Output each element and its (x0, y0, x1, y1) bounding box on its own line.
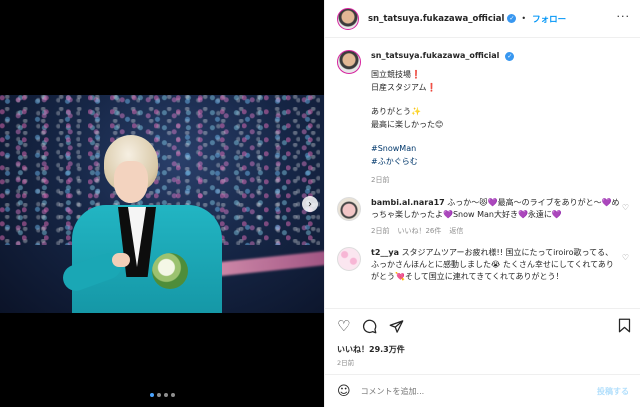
carousel-dot[interactable] (164, 393, 168, 397)
face (114, 161, 148, 203)
hashtag-link[interactable]: #SnowMan (371, 142, 514, 155)
carousel-dot[interactable] (150, 393, 154, 397)
comment-age: 2日前 (371, 227, 390, 235)
reply-button[interactable]: 返信 (449, 225, 463, 237)
avatar[interactable] (337, 7, 359, 30)
heart-icon[interactable]: ♡ (622, 203, 629, 212)
heart-icon[interactable]: ♡ (622, 253, 629, 262)
caption-avatar[interactable] (337, 50, 361, 74)
comment-text: スタジアムツアーお疲れ様!! 国立にたってiroiro歌ってる、ふっかさんほんと… (371, 248, 614, 281)
comment-username[interactable]: t2__ya (371, 248, 399, 257)
comment-username[interactable]: bambi.al.nara17 (371, 198, 445, 207)
post-photo (0, 95, 324, 313)
comment-item: t2__ya スタジアムツアーお疲れ様!! 国立にたってiroiro歌ってる、ふ… (337, 247, 629, 283)
comment-likes[interactable]: いいね！26件 (397, 225, 441, 237)
post-header: sn_tatsuya.fukazawa_official ✓ • フォロー ··… (325, 0, 640, 38)
separator-dot: • (521, 14, 527, 23)
comment-input[interactable] (360, 386, 597, 396)
action-bar: ♡ (325, 308, 640, 348)
post-side-panel: sn_tatsuya.fukazawa_official ✓ • フォロー ··… (324, 0, 640, 407)
post-media: › (0, 0, 324, 407)
caption-age: 2日前 (371, 176, 390, 184)
more-options-icon[interactable]: ··· (617, 10, 631, 23)
verified-badge-icon: ✓ (505, 52, 515, 61)
caption-line: 日産スタジアム❗️ (371, 83, 437, 92)
comment-composer: ☺ 投稿する (325, 374, 640, 407)
post-date: 2日前 (337, 359, 355, 367)
carousel-dot[interactable] (171, 393, 175, 397)
caption-line: 最高に楽しかった😊 (371, 120, 444, 129)
caption-line: 国立競技場❗️ (371, 70, 421, 79)
flower-boutonniere (152, 253, 188, 289)
header-username[interactable]: sn_tatsuya.fukazawa_official (368, 14, 504, 24)
chevron-right-icon[interactable]: › (302, 196, 318, 212)
bookmark-icon[interactable] (618, 318, 631, 337)
hashtag-link[interactable]: #ふかぐらむ (371, 155, 514, 168)
follow-button[interactable]: フォロー (532, 13, 566, 25)
carousel-dot[interactable] (157, 393, 161, 397)
caption-username-row: sn_tatsuya.fukazawa_official ✓ (371, 44, 515, 68)
caption-gap (371, 131, 514, 142)
like-count[interactable]: いいね！29.3万件 (337, 344, 405, 355)
performer (59, 135, 232, 313)
caption: sn_tatsuya.fukazawa_official ✓ 国立競技場❗️ 日… (337, 50, 629, 187)
verified-badge-icon: ✓ (507, 14, 517, 23)
hand (112, 253, 130, 267)
caption-line: ありがとう✨ (371, 107, 421, 116)
comments-scroll-area[interactable]: sn_tatsuya.fukazawa_official ✓ 国立競技場❗️ 日… (325, 38, 640, 308)
instagram-post-view: › sn_tatsuya.fukazawa_official ✓ • フォロー … (0, 0, 640, 407)
caption-username[interactable]: sn_tatsuya.fukazawa_official (371, 51, 499, 60)
comment-item: bambi.al.nara17 ふっか〜😻💜最高〜のライブをありがと〜💜めっちゃ… (337, 197, 629, 237)
avatar[interactable] (337, 197, 361, 221)
smiley-icon[interactable]: ☺ (337, 384, 351, 399)
carousel-dots (150, 393, 175, 397)
avatar[interactable] (337, 247, 361, 271)
comment-meta: 2日前 いいね！26件 返信 (371, 225, 621, 237)
post-comment-button[interactable]: 投稿する (597, 386, 629, 397)
caption-gap (371, 94, 514, 105)
